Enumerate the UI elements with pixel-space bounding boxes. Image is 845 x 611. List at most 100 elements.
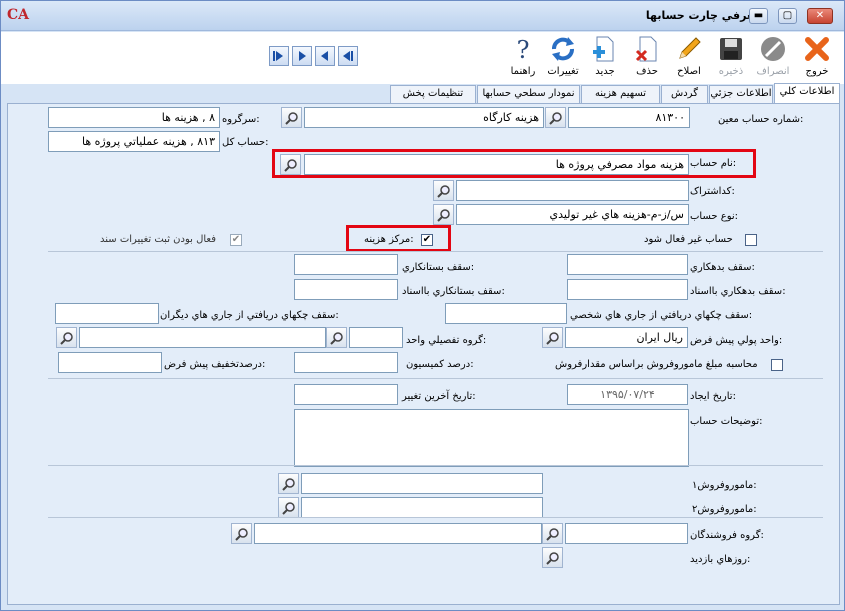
tax-code-search-button[interactable] <box>433 180 454 201</box>
group-field[interactable]: ۸ , هزينه ها <box>48 107 220 128</box>
name-label: نام حساب: <box>690 158 737 169</box>
sellers-group-code-input[interactable] <box>565 523 688 544</box>
cheque-personal-input[interactable] <box>445 303 567 324</box>
tab-cost-allocation[interactable]: تسهيم هزينه <box>581 85 660 103</box>
cheque-others-label: سقف چکهاي دريافتي از جاري هاي ديگران: <box>160 310 339 321</box>
discount-input[interactable] <box>58 352 162 373</box>
refresh-icon <box>552 37 574 61</box>
detail-group-code-search-button[interactable] <box>326 327 347 348</box>
edit-button[interactable]: اصلاح <box>671 34 707 82</box>
credit-cap-doc-input[interactable] <box>294 279 398 300</box>
next-record-icon[interactable] <box>292 46 312 66</box>
account-title-search-button[interactable] <box>280 154 301 175</box>
search-icon <box>282 502 295 515</box>
search-icon <box>546 528 559 541</box>
search-icon <box>282 478 295 491</box>
account-code-search-button[interactable] <box>545 107 566 128</box>
detail-group-name-search-button[interactable] <box>56 327 77 348</box>
close-button[interactable]: ✕ <box>807 8 833 24</box>
pencil-icon <box>679 37 701 59</box>
tax-code-label: کداشتراک: <box>690 186 735 197</box>
discount-label: درصدتخفيف پيش فرض: <box>164 359 266 370</box>
general-account-field[interactable]: ۸۱۳ , هزينه عملياتي پروژه ها <box>48 131 220 152</box>
floppy-disk-icon <box>720 38 742 60</box>
salesperson-1-search-button[interactable] <box>278 473 299 494</box>
account-name-display[interactable]: هزينه کارگاه <box>304 107 544 128</box>
prev-record-icon[interactable] <box>315 46 335 66</box>
search-icon <box>549 112 562 125</box>
minimize-button[interactable]: ▬ <box>749 8 768 24</box>
search-icon <box>437 185 450 198</box>
salesperson-1-input[interactable] <box>301 473 543 494</box>
search-icon <box>235 528 248 541</box>
help-button[interactable]: ? راهنما <box>505 34 541 82</box>
account-name-search-button[interactable] <box>281 107 302 128</box>
question-icon: ? <box>517 36 530 64</box>
modified-date-field[interactable] <box>294 384 398 405</box>
refresh-button[interactable]: تغييرات <box>545 34 581 82</box>
account-title-input[interactable]: هزينه مواد مصرفي پروژه ها <box>304 154 689 175</box>
cancel-button[interactable]: انصراف <box>755 34 791 82</box>
tax-code-input[interactable] <box>456 180 689 201</box>
sellers-group-label: گروه فروشندگان: <box>690 530 764 541</box>
tab-account-chart[interactable]: نمودار سطحي حسابها <box>477 85 580 103</box>
salesperson-2-search-button[interactable] <box>278 497 299 518</box>
created-date-label: تاريخ ايجاد: <box>690 391 736 402</box>
detail-group-code-input[interactable] <box>349 327 403 348</box>
exit-button[interactable]: خروج <box>799 34 835 82</box>
sellers-group-name-search-button[interactable] <box>231 523 252 544</box>
detail-group-name-input[interactable] <box>79 327 326 348</box>
sellers-group-code-search-button[interactable] <box>542 523 563 544</box>
maximize-button[interactable]: ▢ <box>778 8 797 24</box>
cost-center-checkbox[interactable]: ✔ <box>421 234 433 246</box>
currency-search-button[interactable] <box>542 327 563 348</box>
calc-by-quantity-checkbox[interactable] <box>771 359 783 371</box>
search-icon <box>546 332 559 345</box>
debit-cap-input[interactable] <box>567 254 688 275</box>
created-date-field[interactable]: ۱۳۹۵/۰۷/۲۴ <box>567 384 688 405</box>
account-type-input[interactable]: س/ز-م-هزينه هاي غير توليدي <box>456 204 689 225</box>
account-code-input[interactable]: ۸۱۳۰۰ <box>568 107 690 128</box>
cheque-others-input[interactable] <box>55 303 159 324</box>
account-code-label: شماره حساب معين: <box>718 114 804 125</box>
active-changes-checkbox[interactable]: ✔ <box>230 234 242 246</box>
search-icon <box>60 332 73 345</box>
first-record-icon[interactable] <box>338 46 358 66</box>
search-icon <box>330 332 343 345</box>
last-record-icon[interactable] <box>269 46 289 66</box>
title-bar: CA معرفي چارت حسابها ▬ ▢ ✕ <box>1 1 844 31</box>
sellers-group-name-input[interactable] <box>254 523 542 544</box>
search-icon <box>284 159 297 172</box>
tab-distribution-settings[interactable]: تنظيمات پخش <box>390 85 476 103</box>
divider <box>48 251 823 252</box>
salesperson-2-input[interactable] <box>301 497 543 518</box>
delete-document-icon <box>635 36 657 62</box>
divider <box>48 465 823 466</box>
debit-cap-doc-input[interactable] <box>567 279 688 300</box>
visit-days-search-button[interactable] <box>542 547 563 568</box>
search-icon <box>437 209 450 222</box>
debit-cap-doc-label: سقف بدهکاري بااسناد: <box>690 286 786 297</box>
new-button[interactable]: جديد <box>587 34 623 82</box>
tab-general-info[interactable]: اطلاعات کلي <box>774 83 840 103</box>
currency-input[interactable]: ريال ايران <box>565 327 688 348</box>
inactive-checkbox[interactable] <box>745 234 757 246</box>
tab-detail-info[interactable]: اطلاعات جزئي <box>709 85 773 103</box>
cancel-icon <box>761 37 785 61</box>
search-icon <box>546 552 559 565</box>
description-textarea[interactable] <box>294 409 689 467</box>
tab-turnover[interactable]: گردش <box>661 85 708 103</box>
account-type-search-button[interactable] <box>433 204 454 225</box>
commission-input[interactable] <box>294 352 398 373</box>
save-button[interactable]: ذخيره <box>713 34 749 82</box>
cheque-personal-label: سقف چکهاي دريافتي از جاري هاي شخصي: <box>570 310 753 321</box>
credit-cap-input[interactable] <box>294 254 398 275</box>
window-title: معرفي چارت حسابها <box>645 9 760 22</box>
svg-text:?: ? <box>517 36 530 64</box>
app-logo: CA <box>7 7 30 23</box>
currency-label: واحد پولي پيش فرض: <box>690 335 783 346</box>
delete-button[interactable]: حذف <box>629 34 665 82</box>
salesperson-1-label: ماموروفروش۱: <box>692 480 757 491</box>
modified-date-label: تاريخ آخرين تغيير: <box>402 391 476 402</box>
credit-cap-label: سقف بستانکاري: <box>402 262 475 273</box>
